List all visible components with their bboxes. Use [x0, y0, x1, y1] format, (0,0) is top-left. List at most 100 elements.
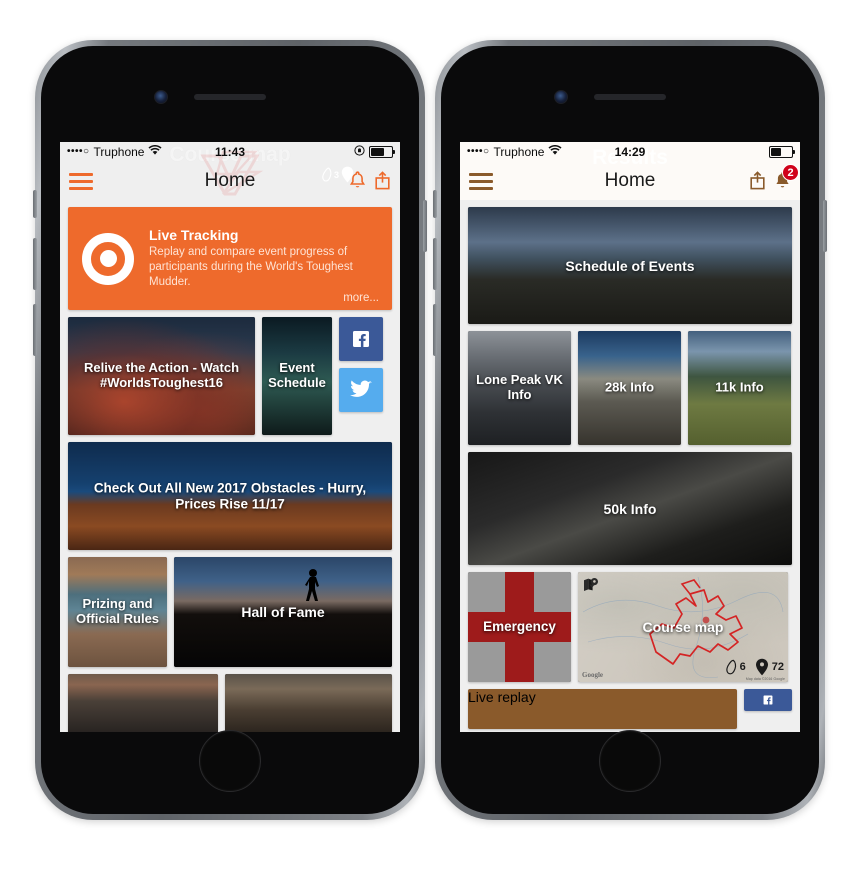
tile-label: Course map [642, 618, 724, 635]
facebook-button[interactable] [744, 689, 792, 711]
twitter-button[interactable] [339, 368, 383, 412]
location-pin-icon [755, 658, 768, 676]
tile-schedule-of-events[interactable]: Schedule of Events [468, 207, 792, 324]
status-bar-left: ••••○ Truphone [467, 144, 562, 159]
tile-label: Prizing and Official Rules [75, 596, 160, 626]
tile-label: Hall of Fame [241, 603, 325, 620]
course-map-pin-count: 72 [771, 661, 784, 673]
power-button[interactable] [423, 200, 427, 252]
tile-row-2: Lone Peak VK Info 28k Info 11k Info [468, 331, 792, 445]
tile-label: Lone Peak VK Info [476, 372, 563, 402]
tile-row-1: Schedule of Events [468, 207, 792, 324]
front-camera-icon [554, 90, 568, 104]
tile-emergency[interactable]: Emergency [468, 572, 571, 682]
tile-live-replay[interactable]: Live replay [468, 689, 737, 729]
volume-up-button[interactable] [33, 238, 37, 290]
screen-left: Course map 3 ••••○ Truphone 11:43 Home L… [60, 142, 400, 732]
hamburger-menu-icon[interactable] [69, 172, 93, 190]
carrier-name: Truphone [93, 145, 145, 159]
social-buttons-left [339, 317, 383, 435]
volume-down-button[interactable] [33, 304, 37, 356]
tile-label: Relive the Action - Watch #WorldsToughes… [83, 360, 240, 390]
battery-icon [369, 146, 395, 158]
status-bar-left: ••••○ Truphone [67, 144, 162, 159]
nav-bar: Home 2 [460, 162, 800, 200]
tile-prizing-and-official-rules[interactable]: Prizing and Official Rules [68, 557, 167, 667]
tile-relive-the-action[interactable]: Relive the Action - Watch #WorldsToughes… [68, 317, 255, 435]
tile-photo [225, 674, 392, 732]
tile-row-2: Check Out All New 2017 Obstacles - Hurry… [68, 442, 392, 550]
wifi-icon [148, 144, 162, 159]
nav-bar-icons: 2 [749, 164, 799, 191]
bell-icon[interactable]: 2 [774, 164, 799, 191]
power-button[interactable] [823, 200, 827, 252]
notification-badge: 2 [782, 164, 799, 181]
tile-label: Event Schedule [268, 360, 326, 390]
tile-label: Schedule of Events [565, 257, 695, 274]
home-content-right[interactable]: Schedule of Events Lone Peak VK Info 28k… [460, 200, 800, 732]
live-tracking-more-link[interactable]: more... [343, 292, 379, 304]
map-attribution: Map data ©2016 Google [745, 677, 785, 681]
signal-strength-icon: ••••○ [467, 146, 490, 157]
status-bar-right [769, 146, 795, 158]
battery-icon [769, 146, 795, 158]
share-icon[interactable] [749, 171, 766, 191]
silent-switch[interactable] [33, 190, 37, 218]
live-tracking-ring-icon [82, 232, 134, 285]
screen-right: Results ••••○ Truphone 14:29 Home 2 Sche… [460, 142, 800, 732]
tile-lone-peak-vk-info[interactable]: Lone Peak VK Info [468, 331, 571, 445]
tile-course-map[interactable]: 6 72 Google Map data ©2016 Google Course… [578, 572, 788, 682]
volume-down-button[interactable] [433, 304, 437, 356]
tile-label: 11k Info [715, 379, 764, 395]
hiker-silhouette-icon [305, 569, 320, 601]
map-pin-icon [583, 577, 599, 598]
status-bar: ••••○ Truphone 14:29 [460, 142, 800, 162]
footprint-icon [725, 659, 736, 675]
wifi-icon [548, 144, 562, 159]
tile-label: Emergency [483, 619, 556, 635]
tile-row-4 [68, 674, 392, 732]
live-tracking-title: Live Tracking [149, 226, 239, 243]
tile-28k-info[interactable]: 28k Info [578, 331, 681, 445]
phone-right: Results ••••○ Truphone 14:29 Home 2 Sche… [433, 40, 827, 820]
tile-11k-info[interactable]: 11k Info [688, 331, 791, 445]
live-tracking-text: Live Tracking Replay and compare event p… [149, 227, 367, 291]
tile-photo [68, 674, 218, 732]
nav-bar: Home [60, 162, 400, 200]
course-map-footprint-count: 6 [739, 661, 746, 673]
tile-hall-of-fame[interactable]: Hall of Fame [174, 557, 392, 667]
live-tracking-banner[interactable]: Live Tracking Replay and compare event p… [68, 207, 392, 310]
phone-bezel: Results ••••○ Truphone 14:29 Home 2 Sche… [441, 46, 819, 814]
nav-bar-icons [349, 171, 391, 191]
tile-row-4: Emergency 6 72 Google Map data ©2016 Goo… [468, 572, 792, 682]
tile-obstacles-2017[interactable]: Check Out All New 2017 Obstacles - Hurry… [68, 442, 392, 550]
tile-row-3: Prizing and Official Rules Hall of Fame [68, 557, 392, 667]
tile-event-schedule[interactable]: Event Schedule [262, 317, 332, 435]
tile-50k-info[interactable]: 50k Info [468, 452, 792, 565]
home-content-left[interactable]: Live Tracking Replay and compare event p… [60, 200, 400, 732]
tile-row-5: Live replay [468, 689, 792, 729]
facebook-button[interactable] [339, 317, 383, 361]
tile-label: 50k Info [603, 500, 657, 517]
tile-photo-mud[interactable] [225, 674, 392, 732]
phone-bezel: Course map 3 ••••○ Truphone 11:43 Home L… [41, 46, 419, 814]
bell-icon[interactable] [349, 171, 366, 191]
home-button[interactable] [199, 730, 261, 792]
earpiece-speaker [194, 94, 266, 100]
signal-strength-icon: ••••○ [67, 146, 90, 157]
volume-up-button[interactable] [433, 238, 437, 290]
home-button[interactable] [599, 730, 661, 792]
tile-photo-crowd[interactable] [68, 674, 218, 732]
course-map-stats: 6 72 [725, 658, 784, 676]
share-icon[interactable] [374, 171, 391, 191]
tile-label: 28k Info [604, 379, 655, 395]
social-buttons-right [744, 689, 792, 729]
tile-row-1: Relive the Action - Watch #WorldsToughes… [68, 317, 392, 435]
silent-switch[interactable] [433, 190, 437, 218]
hamburger-menu-icon[interactable] [469, 172, 493, 190]
front-camera-icon [154, 90, 168, 104]
earpiece-speaker [594, 94, 666, 100]
phone-left: Course map 3 ••••○ Truphone 11:43 Home L… [33, 40, 427, 820]
tile-row-3: 50k Info [468, 452, 792, 565]
rotation-lock-icon [354, 145, 365, 159]
